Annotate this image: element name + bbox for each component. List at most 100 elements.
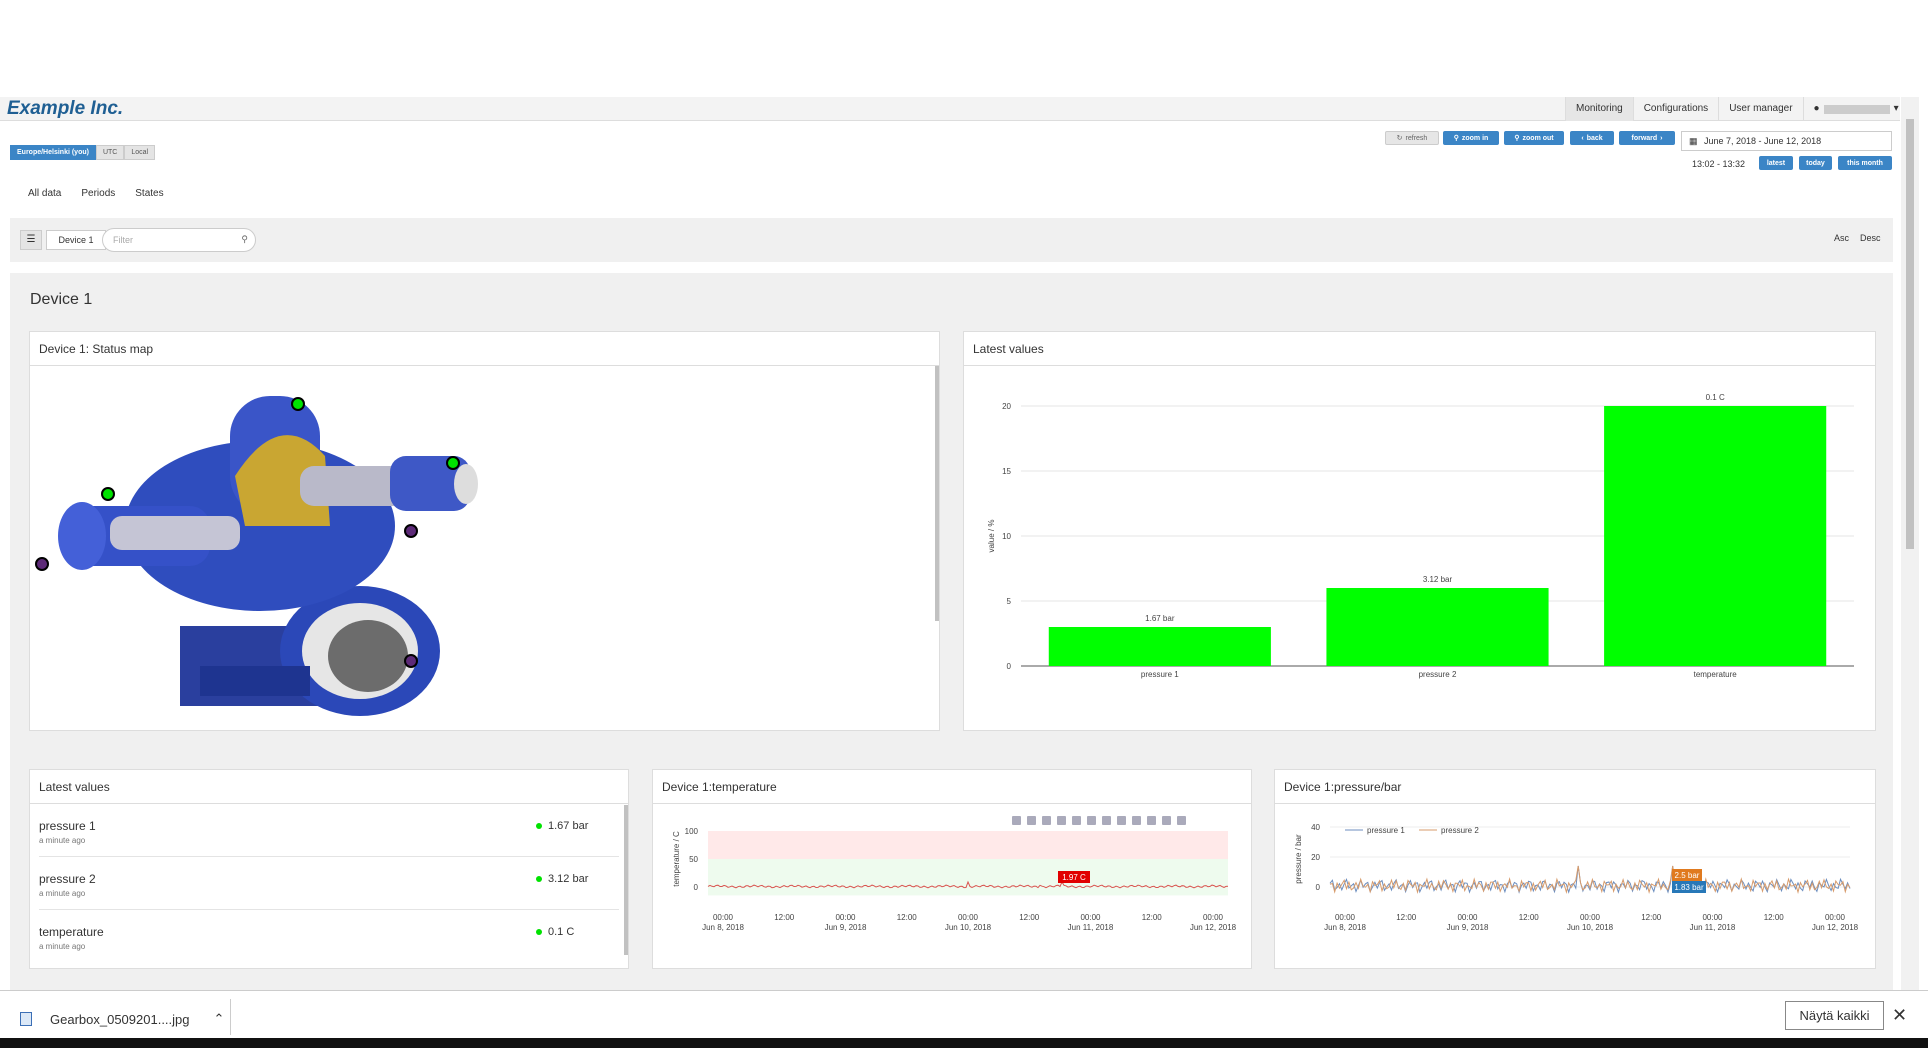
pump-illustration [58, 396, 478, 716]
zoom-out-button[interactable]: ⚲ zoom out [1504, 131, 1564, 145]
panel-scrollbar[interactable] [935, 366, 939, 621]
list-item[interactable]: pressure 1 a minute ago 1.67 bar [39, 805, 619, 857]
y-tick-label: 0 [1007, 662, 1012, 671]
legend-label: pressure 2 [1441, 826, 1479, 835]
tab-states[interactable]: States [125, 189, 173, 199]
list-item[interactable]: pressure 2 a minute ago 3.12 bar [39, 858, 619, 910]
page-scrollbar[interactable] [1901, 97, 1919, 990]
time-range: 13:02 - 13:32 [1692, 159, 1746, 169]
y-tick-label: 20 [1311, 853, 1320, 862]
show-all-button[interactable]: Näytä kaikki [1785, 1001, 1884, 1030]
main-nav: Monitoring Configurations User manager ●… [1565, 97, 1909, 121]
sort-desc[interactable]: Desc [1860, 233, 1881, 243]
x-tick-date-label: Jun 8, 2018 [702, 923, 744, 932]
x-tick-label: 00:00 [835, 913, 856, 922]
nav-user-manager[interactable]: User manager [1718, 97, 1802, 121]
x-tick-date-label: Jun 9, 2018 [1447, 923, 1489, 932]
app-window: Example Inc. Monitoring Configurations U… [0, 0, 1928, 1048]
status-dot [536, 876, 542, 882]
refresh-icon: ↻ [1396, 135, 1403, 142]
x-tick-label: 00:00 [1825, 913, 1846, 922]
nav-configurations[interactable]: Configurations [1632, 97, 1718, 121]
x-tick-label: 00:00 [1702, 913, 1723, 922]
temperature-line-chart: 050100temperature / C00:00Jun 8, 201812:… [672, 816, 1237, 932]
tab-all-data[interactable]: All data [18, 189, 71, 199]
user-icon: ● [1813, 103, 1820, 114]
download-icon [1162, 816, 1171, 825]
chevron-up-icon[interactable]: ⌃ [214, 1011, 225, 1027]
x-tick-label: 12:00 [1641, 913, 1662, 922]
user-menu[interactable]: ● ▾ [1802, 97, 1909, 121]
latest-values-chart-panel: Latest values 0 5 10 15 20 value / % 1.67 bar p… [963, 331, 1876, 731]
x-tick-date-label: Jun 9, 2018 [825, 923, 867, 932]
latest-values-list-panel: Latest values pressure 1 a minute ago 1.… [29, 769, 629, 969]
x-tick-date-label: Jun 10, 2018 [945, 923, 992, 932]
status-marker-off-2[interactable] [35, 557, 49, 571]
status-dot [536, 823, 542, 829]
pan-icon [1042, 816, 1051, 825]
device-area: Device 1 Device 1: Status map Latest val… [10, 273, 1893, 993]
nav-monitoring[interactable]: Monitoring [1565, 97, 1633, 121]
sort-asc[interactable]: Asc [1834, 233, 1849, 243]
camera-icon [1012, 816, 1021, 825]
latest-values-bar-chart: 0 5 10 15 20 value / % 1.67 bar pressure 1 3.12 … [987, 393, 1854, 679]
forward-button[interactable]: forward › [1619, 131, 1675, 145]
close-icon[interactable]: ✕ [1892, 1005, 1907, 1026]
status-marker-off-1[interactable] [404, 524, 418, 538]
filter-input[interactable]: Filter ⚲ [102, 228, 256, 252]
list-icon: ☰ [26, 234, 36, 245]
y-tick-label: 0 [694, 883, 699, 892]
x-tick-date-label: Jun 12, 2018 [1190, 923, 1237, 932]
status-map-panel: Device 1: Status map [29, 331, 940, 731]
pump-image [35, 366, 939, 716]
tab-periods[interactable]: Periods [71, 189, 125, 199]
chevron-left-icon: ‹ [1581, 134, 1584, 142]
date-range-picker[interactable]: ▦ June 7, 2018 - June 12, 2018 [1681, 131, 1892, 151]
y-tick-label: 50 [689, 855, 698, 864]
list-scrollbar[interactable] [624, 805, 628, 955]
tz-utc[interactable]: UTC [95, 145, 125, 160]
zoom-in-button[interactable]: ⚲ zoom in [1443, 131, 1499, 145]
chevron-down-icon: ▾ [1893, 103, 1899, 114]
y-tick-label: 40 [1311, 823, 1320, 832]
today-button[interactable]: today [1799, 156, 1832, 170]
list-item[interactable]: temperature a minute ago 0.1 C [39, 911, 619, 963]
tz-europe-helsinki[interactable]: Europe/Helsinki (you) [10, 145, 96, 160]
status-marker-ok-2[interactable] [446, 456, 460, 470]
status-marker-ok-3[interactable] [101, 487, 115, 501]
tz-local[interactable]: Local [124, 145, 156, 160]
pressure-line-chart: 0 20 40 pressure / bar pressure 1 pressure 2 0… [1294, 823, 1859, 932]
list-toggle-button[interactable]: ☰ [20, 230, 42, 250]
x-tick-label: 12:00 [1764, 913, 1785, 922]
status-marker-ok-1[interactable] [291, 397, 305, 411]
x-tick-label: 00:00 [958, 913, 979, 922]
pressure-chart-title: Device 1:pressure/bar [1275, 770, 1875, 804]
x-tick-label: temperature [1694, 670, 1738, 679]
back-button[interactable]: ‹ back [1570, 131, 1614, 145]
x-tick-label: 00:00 [1080, 913, 1101, 922]
y-tick-label: 15 [1002, 467, 1011, 476]
refresh-button[interactable]: ↻ refresh [1385, 131, 1439, 145]
timezone-selector: Europe/Helsinki (you) UTC Local [10, 145, 156, 160]
y-tick-label: 10 [1002, 532, 1011, 541]
x-tick-label: pressure 2 [1419, 670, 1457, 679]
this-month-button[interactable]: this month [1838, 156, 1892, 170]
page-scrollbar-thumb[interactable] [1906, 119, 1914, 549]
x-tick-date-label: Jun 11, 2018 [1690, 923, 1736, 932]
x-tick-label: 12:00 [1396, 913, 1417, 922]
download-item[interactable]: Gearbox_0509201....jpg ⌃ [20, 1011, 224, 1027]
legend-label: pressure 1 [1367, 826, 1405, 835]
status-dot [536, 929, 542, 935]
x-tick-label: 12:00 [1519, 913, 1540, 922]
x-tick-label: 12:00 [897, 913, 918, 922]
zoom-icon [1027, 816, 1036, 825]
device-chip[interactable]: Device 1 [46, 230, 106, 250]
spike-icon [1117, 816, 1126, 825]
brand-logo[interactable]: Example Inc. [7, 98, 123, 120]
status-marker-off-3[interactable] [404, 654, 418, 668]
x-tick-label: pressure 1 [1141, 670, 1179, 679]
bar-pressure-2 [1326, 588, 1549, 666]
x-tick-label: 00:00 [1580, 913, 1601, 922]
latest-button[interactable]: latest [1759, 156, 1793, 170]
autoscale-icon [1087, 816, 1096, 825]
